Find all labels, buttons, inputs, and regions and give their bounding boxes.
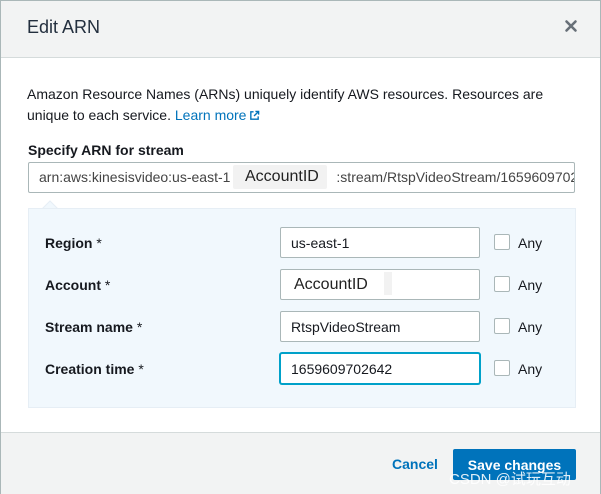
intro-text: Amazon Resource Names (ARNs) uniquely id… [27, 84, 567, 126]
arn-field-label: Specify ARN for stream [28, 142, 184, 158]
arn-value-suffix: :stream/RtspVideoStream/165960970264 [336, 169, 575, 185]
external-link-icon [250, 110, 260, 120]
dialog-title: Edit ARN [27, 17, 101, 37]
learn-more-label: Learn more [174, 107, 247, 123]
account-input[interactable] [280, 269, 480, 300]
stream-name-input[interactable] [280, 311, 480, 342]
intro-description: Amazon Resource Names (ARNs) uniquely id… [27, 86, 544, 123]
creation-time-any-checkbox[interactable] [494, 360, 510, 376]
stream-name-label: Stream name * [45, 319, 143, 335]
stream-name-any-label: Any [518, 319, 543, 335]
region-any-checkbox[interactable] [494, 234, 510, 250]
dialog-header: Edit ARN [1, 1, 600, 58]
stream-name-any-checkbox[interactable] [494, 318, 510, 334]
save-changes-button[interactable]: Save changes [453, 449, 576, 480]
arn-value-prefix: arn:aws:kinesisvideo:us-east-1 [39, 169, 231, 185]
creation-time-input[interactable] [280, 353, 480, 384]
region-any-label: Any [518, 235, 543, 251]
learn-more-link[interactable]: Learn more [175, 107, 261, 123]
edit-arn-dialog: Edit ARN Amazon Resource Names (ARNs) un… [0, 0, 601, 494]
creation-time-label: Creation time * [45, 361, 144, 377]
region-input[interactable] [280, 227, 480, 258]
account-any-label: Any [518, 277, 543, 293]
account-redaction-fade [384, 272, 392, 295]
region-label: Region * [45, 235, 102, 251]
close-icon [565, 20, 577, 32]
arn-redacted-segment: AccountID [233, 165, 327, 189]
account-label: Account * [45, 277, 111, 293]
creation-time-any-label: Any [518, 361, 543, 377]
cancel-button[interactable]: Cancel [392, 456, 438, 472]
close-button[interactable] [564, 19, 578, 33]
account-any-checkbox[interactable] [494, 276, 510, 292]
